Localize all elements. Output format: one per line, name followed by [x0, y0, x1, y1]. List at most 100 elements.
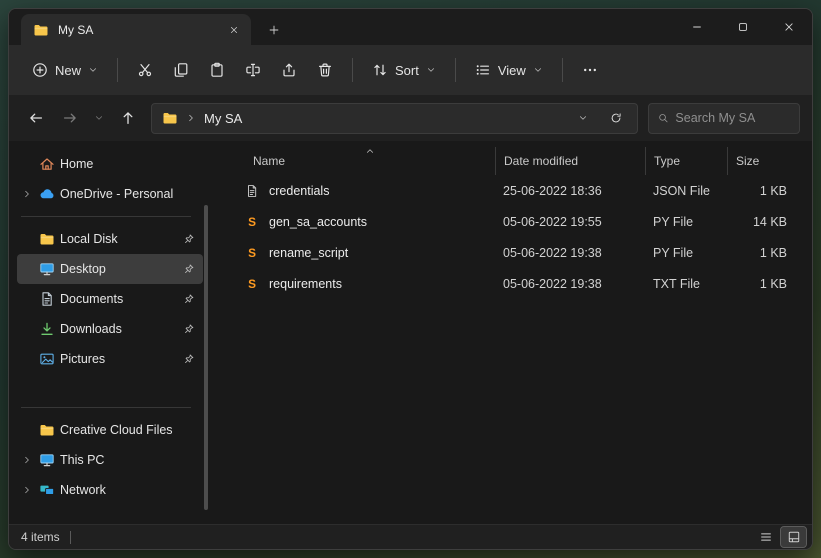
maximize-icon	[737, 21, 749, 33]
sublime-file-icon	[245, 246, 259, 260]
column-headers: Name Date modified Type Size	[217, 147, 802, 175]
file-date-modified: 05-06-2022 19:38	[503, 245, 602, 260]
chevron-down-icon	[533, 65, 543, 75]
sidebar-item-network[interactable]: Network	[17, 475, 203, 505]
sidebar-item-desktop[interactable]: Desktop	[17, 254, 203, 284]
chevron-down-icon	[94, 113, 104, 123]
maximize-button[interactable]	[720, 9, 766, 45]
address-bar[interactable]: My SA	[151, 102, 638, 134]
column-header-label: Name	[253, 154, 286, 168]
sublime-file-icon	[245, 215, 259, 229]
sidebar-item-this-pc[interactable]: This PC	[17, 445, 203, 475]
column-header-label: Type	[654, 154, 681, 168]
explorer-tab[interactable]: My SA	[21, 14, 251, 45]
breadcrumb[interactable]: My SA	[204, 111, 242, 126]
file-row-gen-sa-accounts[interactable]: gen_sa_accounts 05-06-2022 19:55 PY File…	[217, 206, 802, 237]
details-view-button[interactable]	[753, 527, 778, 547]
minimize-button[interactable]	[674, 9, 720, 45]
cut-button[interactable]	[128, 53, 162, 87]
onedrive-cloud-icon	[39, 186, 55, 202]
file-row-rename-script[interactable]: rename_script 05-06-2022 19:38 PY File 1…	[217, 237, 802, 268]
up-button[interactable]	[113, 103, 143, 133]
new-button[interactable]: New	[23, 53, 107, 87]
refresh-icon	[610, 112, 622, 124]
file-type: TXT File	[653, 276, 700, 291]
copy-button[interactable]	[164, 53, 198, 87]
desktop-monitor-icon	[39, 261, 55, 277]
refresh-button[interactable]	[601, 103, 631, 133]
new-plus-icon	[32, 62, 48, 78]
sidebar-item-downloads[interactable]: Downloads	[17, 314, 203, 344]
breadcrumb-label: My SA	[204, 110, 243, 126]
home-icon	[39, 156, 55, 172]
json-file-icon	[245, 184, 259, 198]
view-toggle-group	[753, 526, 807, 548]
forward-button[interactable]	[55, 103, 85, 133]
search-box[interactable]	[648, 102, 800, 134]
search-input[interactable]	[675, 111, 790, 125]
new-tab-button[interactable]	[259, 15, 289, 45]
more-options-button[interactable]	[573, 53, 607, 87]
search-icon	[658, 112, 668, 124]
address-dropdown-button[interactable]	[573, 103, 593, 133]
recent-locations-button[interactable]	[89, 103, 109, 133]
sidebar-scrollbar[interactable]	[204, 205, 208, 510]
file-row-requirements[interactable]: requirements 05-06-2022 19:38 TXT File 1…	[217, 268, 802, 299]
delete-button[interactable]	[308, 53, 342, 87]
sort-icon	[372, 62, 388, 78]
file-size: 14 KB	[752, 214, 787, 229]
view-icon	[475, 62, 491, 78]
file-size: 1 KB	[759, 245, 787, 260]
chevron-right-icon[interactable]	[22, 485, 32, 495]
sidebar-item-pictures[interactable]: Pictures	[17, 344, 203, 374]
view-button-label: View	[497, 62, 526, 78]
up-arrow-icon	[120, 110, 136, 126]
tab-close-button[interactable]	[223, 19, 245, 41]
column-header-size[interactable]: Size	[727, 147, 809, 175]
column-header-label: Size	[736, 154, 760, 168]
file-date-modified: 05-06-2022 19:55	[503, 214, 602, 229]
status-bar: 4 items	[9, 524, 812, 549]
folder-icon	[39, 231, 55, 247]
navigation-pane: Home OneDrive - Personal Local Disk Desk…	[9, 141, 209, 524]
column-header-type[interactable]: Type	[645, 147, 727, 175]
forward-arrow-icon	[62, 110, 78, 126]
paste-button[interactable]	[200, 53, 234, 87]
copy-icon	[173, 62, 189, 78]
more-icon	[582, 62, 598, 78]
view-button[interactable]: View	[466, 53, 552, 87]
chevron-down-icon	[578, 113, 588, 123]
scrollbar-thumb[interactable]	[204, 205, 208, 510]
sidebar-item-home[interactable]: Home	[17, 149, 203, 179]
folder-icon	[162, 110, 178, 126]
window-controls	[674, 9, 812, 45]
large-icons-view-button[interactable]	[780, 526, 807, 548]
main-area: Home OneDrive - Personal Local Disk Desk…	[9, 141, 812, 524]
column-header-name[interactable]: Name	[245, 147, 495, 175]
items-count: 4 items	[21, 530, 60, 544]
file-name: gen_sa_accounts	[269, 214, 367, 229]
chevron-right-icon	[186, 113, 196, 123]
share-button[interactable]	[272, 53, 306, 87]
file-row-credentials[interactable]: credentials 25-06-2022 18:36 JSON File 1…	[217, 175, 802, 206]
sidebar-item-creative-cloud-files[interactable]: Creative Cloud Files	[17, 415, 203, 445]
chevron-right-icon[interactable]	[22, 189, 32, 199]
file-date-modified: 25-06-2022 18:36	[503, 183, 602, 198]
chevron-right-icon[interactable]	[22, 455, 32, 465]
close-window-button[interactable]	[766, 9, 812, 45]
back-button[interactable]	[21, 103, 51, 133]
file-explorer-window: My SA New Sort View My SA Search My SA H…	[8, 8, 813, 550]
sidebar-item-label: OneDrive - Personal	[60, 187, 174, 201]
sidebar-item-documents[interactable]: Documents	[17, 284, 203, 314]
sidebar-item-label: Documents	[60, 292, 124, 306]
column-header-label: Date modified	[504, 154, 579, 168]
rename-button[interactable]	[236, 53, 270, 87]
sidebar-item-onedrive[interactable]: OneDrive - Personal	[17, 179, 203, 209]
column-header-date-modified[interactable]: Date modified	[495, 147, 645, 175]
file-type: PY File	[653, 214, 694, 229]
details-view-icon	[759, 530, 773, 544]
sidebar-item-local-disk[interactable]: Local Disk	[17, 224, 203, 254]
chevron-slot	[19, 485, 34, 495]
sort-button[interactable]: Sort	[363, 53, 445, 87]
